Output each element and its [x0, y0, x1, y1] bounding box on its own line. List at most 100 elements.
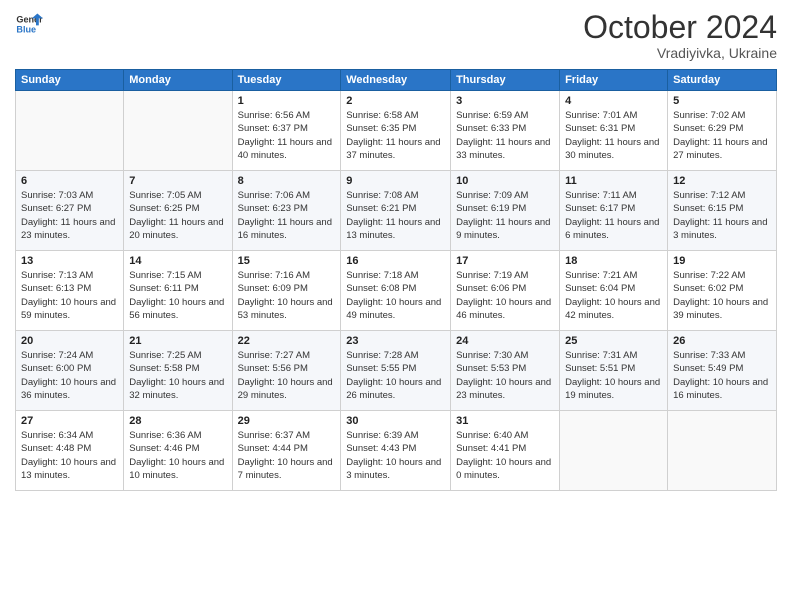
calendar-cell: 12 Sunrise: 7:12 AM Sunset: 6:15 PM Dayli… [668, 171, 777, 251]
day-info: Sunrise: 7:25 AM Sunset: 5:58 PM Dayligh… [129, 349, 226, 402]
day-number: 23 [346, 335, 445, 347]
day-number: 30 [346, 415, 445, 427]
day-info: Sunrise: 7:15 AM Sunset: 6:11 PM Dayligh… [129, 269, 226, 322]
day-number: 9 [346, 175, 445, 187]
calendar-cell [16, 91, 124, 171]
day-number: 15 [238, 255, 336, 267]
day-info: Sunrise: 7:30 AM Sunset: 5:53 PM Dayligh… [456, 349, 554, 402]
calendar-cell: 5Sunrise: 7:02 AM Sunset: 6:29 PM Daylig… [668, 91, 777, 171]
calendar-cell: 23 Sunrise: 7:28 AM Sunset: 5:55 PM Dayli… [341, 331, 451, 411]
day-info: Sunrise: 7:12 AM Sunset: 6:15 PM Dayligh… [673, 189, 771, 242]
calendar-day-header: Wednesday [341, 70, 451, 91]
day-info: Sunrise: 7:33 AM Sunset: 5:49 PM Dayligh… [673, 349, 771, 402]
day-info: Sunrise: 7:27 AM Sunset: 5:56 PM Dayligh… [238, 349, 336, 402]
calendar-day-header: Tuesday [232, 70, 341, 91]
day-number: 1 [238, 95, 336, 107]
day-number: 16 [346, 255, 445, 267]
day-number: 10 [456, 175, 554, 187]
day-info: Sunrise: 6:56 AM Sunset: 6:37 PM Dayligh… [238, 109, 336, 162]
day-number: 18 [565, 255, 662, 267]
calendar-cell: 29 Sunrise: 6:37 AM Sunset: 4:44 PM Dayli… [232, 411, 341, 491]
day-number: 22 [238, 335, 336, 347]
day-info: Sunrise: 7:24 AM Sunset: 6:00 PM Dayligh… [21, 349, 118, 402]
day-number: 25 [565, 335, 662, 347]
day-number: 19 [673, 255, 771, 267]
day-number: 20 [21, 335, 118, 347]
day-number: 29 [238, 415, 336, 427]
calendar-cell: 16 Sunrise: 7:18 AM Sunset: 6:08 PM Dayli… [341, 251, 451, 331]
calendar-cell: 3 Sunrise: 6:59 AM Sunset: 6:33 PM Daylig… [451, 91, 560, 171]
day-info: Sunrise: 7:03 AM Sunset: 6:27 PM Dayligh… [21, 189, 118, 242]
calendar-cell: 26 Sunrise: 7:33 AM Sunset: 5:49 PM Dayli… [668, 331, 777, 411]
day-number: 8 [238, 175, 336, 187]
day-info: Sunrise: 7:22 AM Sunset: 6:02 PM Dayligh… [673, 269, 771, 322]
day-number: 4 [565, 95, 662, 107]
calendar-cell: 22 Sunrise: 7:27 AM Sunset: 5:56 PM Dayli… [232, 331, 341, 411]
day-info: Sunrise: 7:28 AM Sunset: 5:55 PM Dayligh… [346, 349, 445, 402]
day-number: 6 [21, 175, 118, 187]
day-number: 26 [673, 335, 771, 347]
day-info: Sunrise: 6:34 AM Sunset: 4:48 PM Dayligh… [21, 429, 118, 482]
day-info: Sunrise: 7:18 AM Sunset: 6:08 PM Dayligh… [346, 269, 445, 322]
day-number: 11 [565, 175, 662, 187]
calendar-day-header: Friday [560, 70, 668, 91]
day-number: 5 [673, 95, 771, 107]
day-info: Sunrise: 7:06 AM Sunset: 6:23 PM Dayligh… [238, 189, 336, 242]
calendar-cell: 9Sunrise: 7:08 AM Sunset: 6:21 PM Daylig… [341, 171, 451, 251]
day-number: 31 [456, 415, 554, 427]
day-info: Sunrise: 6:59 AM Sunset: 6:33 PM Dayligh… [456, 109, 554, 162]
calendar-cell: 30 Sunrise: 6:39 AM Sunset: 4:43 PM Dayli… [341, 411, 451, 491]
day-number: 2 [346, 95, 445, 107]
calendar-week-row: 1 Sunrise: 6:56 AM Sunset: 6:37 PM Daylig… [16, 91, 777, 171]
calendar-header-row: SundayMondayTuesdayWednesdayThursdayFrid… [16, 70, 777, 91]
day-number: 12 [673, 175, 771, 187]
day-number: 21 [129, 335, 226, 347]
day-info: Sunrise: 6:37 AM Sunset: 4:44 PM Dayligh… [238, 429, 336, 482]
day-info: Sunrise: 6:39 AM Sunset: 4:43 PM Dayligh… [346, 429, 445, 482]
calendar-cell: 28Sunrise: 6:36 AM Sunset: 4:46 PM Dayli… [124, 411, 232, 491]
title-block: October 2024 Vradiyivka, Ukraine [583, 10, 777, 61]
day-info: Sunrise: 7:19 AM Sunset: 6:06 PM Dayligh… [456, 269, 554, 322]
calendar-cell [560, 411, 668, 491]
calendar-week-row: 27Sunrise: 6:34 AM Sunset: 4:48 PM Dayli… [16, 411, 777, 491]
month-title: October 2024 [583, 10, 777, 45]
calendar-cell: 11 Sunrise: 7:11 AM Sunset: 6:17 PM Dayli… [560, 171, 668, 251]
calendar-cell: 4 Sunrise: 7:01 AM Sunset: 6:31 PM Daylig… [560, 91, 668, 171]
day-number: 17 [456, 255, 554, 267]
day-info: Sunrise: 6:36 AM Sunset: 4:46 PM Dayligh… [129, 429, 226, 482]
calendar-cell [124, 91, 232, 171]
day-number: 3 [456, 95, 554, 107]
day-number: 13 [21, 255, 118, 267]
calendar-cell: 19 Sunrise: 7:22 AM Sunset: 6:02 PM Dayli… [668, 251, 777, 331]
calendar-cell: 24 Sunrise: 7:30 AM Sunset: 5:53 PM Dayli… [451, 331, 560, 411]
calendar-cell: 20 Sunrise: 7:24 AM Sunset: 6:00 PM Dayli… [16, 331, 124, 411]
calendar-day-header: Saturday [668, 70, 777, 91]
calendar-week-row: 6 Sunrise: 7:03 AM Sunset: 6:27 PM Daylig… [16, 171, 777, 251]
calendar-cell: 21 Sunrise: 7:25 AM Sunset: 5:58 PM Dayli… [124, 331, 232, 411]
day-number: 24 [456, 335, 554, 347]
calendar-cell: 14 Sunrise: 7:15 AM Sunset: 6:11 PM Dayli… [124, 251, 232, 331]
svg-text:Blue: Blue [16, 24, 36, 34]
day-info: Sunrise: 7:13 AM Sunset: 6:13 PM Dayligh… [21, 269, 118, 322]
calendar-cell: 10 Sunrise: 7:09 AM Sunset: 6:19 PM Dayli… [451, 171, 560, 251]
logo: General Blue [15, 10, 43, 38]
calendar-table: SundayMondayTuesdayWednesdayThursdayFrid… [15, 69, 777, 491]
day-info: Sunrise: 7:09 AM Sunset: 6:19 PM Dayligh… [456, 189, 554, 242]
location: Vradiyivka, Ukraine [583, 45, 777, 61]
calendar-cell: 13 Sunrise: 7:13 AM Sunset: 6:13 PM Dayli… [16, 251, 124, 331]
day-info: Sunrise: 7:11 AM Sunset: 6:17 PM Dayligh… [565, 189, 662, 242]
calendar-week-row: 20 Sunrise: 7:24 AM Sunset: 6:00 PM Dayli… [16, 331, 777, 411]
calendar-day-header: Thursday [451, 70, 560, 91]
calendar-cell: 15Sunrise: 7:16 AM Sunset: 6:09 PM Dayli… [232, 251, 341, 331]
calendar-cell: 17 Sunrise: 7:19 AM Sunset: 6:06 PM Dayli… [451, 251, 560, 331]
calendar-cell [668, 411, 777, 491]
calendar-cell: 25Sunrise: 7:31 AM Sunset: 5:51 PM Dayli… [560, 331, 668, 411]
calendar-cell: 8 Sunrise: 7:06 AM Sunset: 6:23 PM Daylig… [232, 171, 341, 251]
calendar-cell: 1 Sunrise: 6:56 AM Sunset: 6:37 PM Daylig… [232, 91, 341, 171]
day-info: Sunrise: 6:58 AM Sunset: 6:35 PM Dayligh… [346, 109, 445, 162]
calendar-cell: 31Sunrise: 6:40 AM Sunset: 4:41 PM Dayli… [451, 411, 560, 491]
day-number: 14 [129, 255, 226, 267]
day-info: Sunrise: 7:21 AM Sunset: 6:04 PM Dayligh… [565, 269, 662, 322]
day-number: 7 [129, 175, 226, 187]
day-info: Sunrise: 7:01 AM Sunset: 6:31 PM Dayligh… [565, 109, 662, 162]
